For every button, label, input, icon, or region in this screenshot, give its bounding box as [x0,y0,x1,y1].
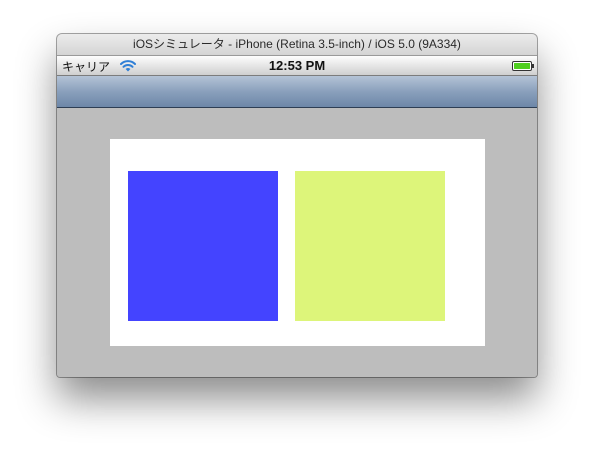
blue-square [128,171,278,321]
window-titlebar[interactable]: iOSシミュレータ - iPhone (Retina 3.5-inch) / i… [57,34,537,56]
white-panel [110,139,485,346]
simulator-window: iOSシミュレータ - iPhone (Retina 3.5-inch) / i… [57,34,537,377]
navigation-bar [57,76,537,108]
ios-status-bar: キャリア 12:53 PM [57,56,537,76]
status-time: 12:53 PM [268,58,326,73]
app-content [57,108,537,377]
window-title: iOSシミュレータ - iPhone (Retina 3.5-inch) / i… [133,37,461,51]
yellow-square [295,171,445,321]
battery-icon [512,61,534,71]
